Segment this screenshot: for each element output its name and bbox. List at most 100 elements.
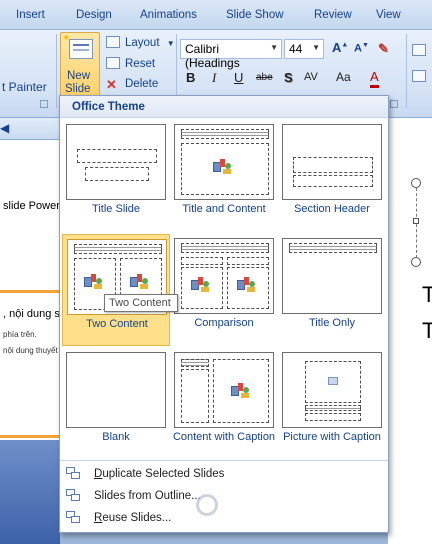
shadow-button[interactable]: S — [284, 70, 293, 88]
resize-handle[interactable] — [413, 218, 419, 224]
layout-gallery: Title Slide Title and Content Section He… — [60, 118, 388, 460]
clear-formatting-icon[interactable]: ✎ — [378, 41, 389, 57]
layout-title-only[interactable]: Title Only — [278, 234, 386, 346]
title-placeholder — [181, 129, 269, 139]
font-size-value: 44 — [289, 42, 303, 56]
slide-thumbnail-text: phía trên. — [3, 330, 37, 339]
chevron-down-icon: ▼ — [312, 43, 320, 52]
layout-icon — [106, 36, 120, 48]
slide-icon — [69, 39, 93, 59]
caption-placeholder — [181, 369, 209, 423]
title-placeholder — [289, 243, 377, 253]
align-left-icon[interactable] — [412, 70, 426, 82]
delete-icon: ✕ — [106, 77, 117, 92]
font-name-value: Calibri (Headings — [185, 42, 240, 70]
font-launcher-icon[interactable] — [390, 100, 398, 108]
reuse-slides-icon — [66, 511, 82, 525]
reset-label: Reset — [125, 58, 156, 70]
italic-button[interactable]: I — [212, 70, 216, 88]
layout-label: Two Content — [86, 318, 148, 330]
underline-button[interactable]: U — [234, 70, 243, 88]
layout-label: Picture with Caption — [283, 431, 381, 443]
group-separator — [56, 34, 57, 108]
format-painter-button[interactable]: t Painter — [2, 80, 47, 94]
resize-handle[interactable] — [411, 178, 421, 188]
change-case-button[interactable]: Aa — [336, 70, 351, 88]
layout-title-slide[interactable]: Title Slide — [62, 120, 170, 232]
tab-animations[interactable]: Animations — [140, 9, 197, 21]
content-icon — [213, 159, 233, 175]
theme-name: Office Theme — [72, 101, 145, 113]
content-icon — [84, 274, 104, 290]
title-placeholder — [181, 243, 269, 253]
duplicate-selected-slides-item[interactable]: Duplicate Selected Slides — [66, 465, 366, 485]
delete-button[interactable]: ✕ Delete — [106, 78, 158, 94]
heading-placeholder-right — [227, 257, 269, 265]
layout-thumbnail — [66, 124, 166, 200]
subtitle-placeholder — [85, 167, 149, 181]
layout-label: Comparison — [194, 317, 254, 329]
reuse-slides-item[interactable]: Reuse Slides... — [66, 509, 366, 529]
resize-handle[interactable] — [411, 257, 421, 267]
title-placeholder — [74, 244, 162, 254]
menu-item-label: Duplicate Selected Slides — [94, 468, 225, 480]
tab-slide-show[interactable]: Slide Show — [226, 9, 284, 21]
layout-comparison[interactable]: Comparison — [170, 234, 278, 346]
content-icon — [237, 277, 257, 293]
layout-label: Title Only — [308, 317, 356, 329]
menu-commands: Duplicate Selected Slides Slides from Ou… — [60, 460, 388, 532]
text-placeholder — [305, 413, 361, 421]
strikethrough-button[interactable]: abe — [256, 72, 273, 90]
tab-design[interactable]: Design — [76, 9, 112, 21]
chevron-down-icon: ▼ — [270, 43, 278, 52]
chevron-down-icon: ▼ — [166, 39, 175, 48]
new-slide-dropdown: Office Theme Title Slide Title and Conte… — [59, 95, 389, 533]
tab-review[interactable]: Review — [314, 9, 352, 21]
layout-tooltip: Two Content — [104, 294, 178, 312]
slides-pane-tabs[interactable]: ◀ — [0, 118, 60, 140]
content-icon — [130, 274, 150, 290]
layout-picture-with-caption[interactable]: Picture with Caption — [278, 348, 386, 460]
layout-label: Blank — [102, 431, 130, 443]
menu-item-label: Reuse Slides... — [94, 512, 172, 524]
font-name-combobox[interactable]: Calibri (Headings ▼ — [180, 39, 282, 70]
heading-placeholder-left — [181, 257, 223, 265]
tab-view[interactable]: View — [376, 9, 401, 21]
layout-thumbnail — [174, 352, 274, 428]
layout-blank[interactable]: Blank — [62, 348, 170, 460]
layout-thumbnail — [282, 352, 382, 428]
tab-insert[interactable]: Insert — [16, 9, 45, 21]
bold-button[interactable]: B — [186, 70, 195, 88]
bullets-icon[interactable] — [412, 44, 426, 56]
font-color-button[interactable]: A — [370, 70, 379, 88]
layout-label: Section Header — [294, 203, 370, 215]
content-icon — [191, 277, 211, 293]
character-spacing-button[interactable]: AV — [304, 71, 318, 89]
slide-thumbnail-text: nội dung thuyết — [3, 346, 58, 355]
layout-section-header[interactable]: Section Header — [278, 120, 386, 232]
layout-title-and-content[interactable]: Title and Content — [170, 120, 278, 232]
slide-thumbnail-text: , nội dung sli — [3, 308, 65, 320]
layout-thumbnail — [282, 238, 382, 314]
slide-text: T — [422, 282, 432, 307]
new-slide-button[interactable]: ✶ New Slide — [60, 32, 100, 98]
layout-label: Content with Caption — [172, 431, 276, 443]
clipboard-launcher-icon[interactable] — [40, 100, 48, 108]
slide-thumbnail-next[interactable] — [0, 440, 60, 544]
grow-font-button[interactable]: A▲ — [332, 40, 348, 55]
title-placeholder — [293, 157, 373, 173]
font-size-combobox[interactable]: 44 ▼ — [284, 39, 324, 59]
layout-content-with-caption[interactable]: Content with Caption — [170, 348, 278, 460]
new-slide-label-line2: Slide — [65, 83, 91, 95]
layout-label: Layout — [125, 37, 160, 49]
reset-icon — [106, 57, 120, 69]
chevron-left-icon[interactable]: ◀ — [0, 121, 9, 135]
shrink-font-button[interactable]: A▼ — [354, 42, 369, 55]
group-separator — [406, 34, 407, 108]
reset-button[interactable]: Reset — [106, 57, 155, 73]
layout-button[interactable]: Layout ▼ — [106, 36, 175, 52]
slide-thumbnail-text: slide PowerP — [3, 200, 68, 212]
layout-thumbnail — [174, 238, 274, 314]
layout-thumbnail — [174, 124, 274, 200]
layout-two-content[interactable]: Two Content — [62, 234, 170, 346]
